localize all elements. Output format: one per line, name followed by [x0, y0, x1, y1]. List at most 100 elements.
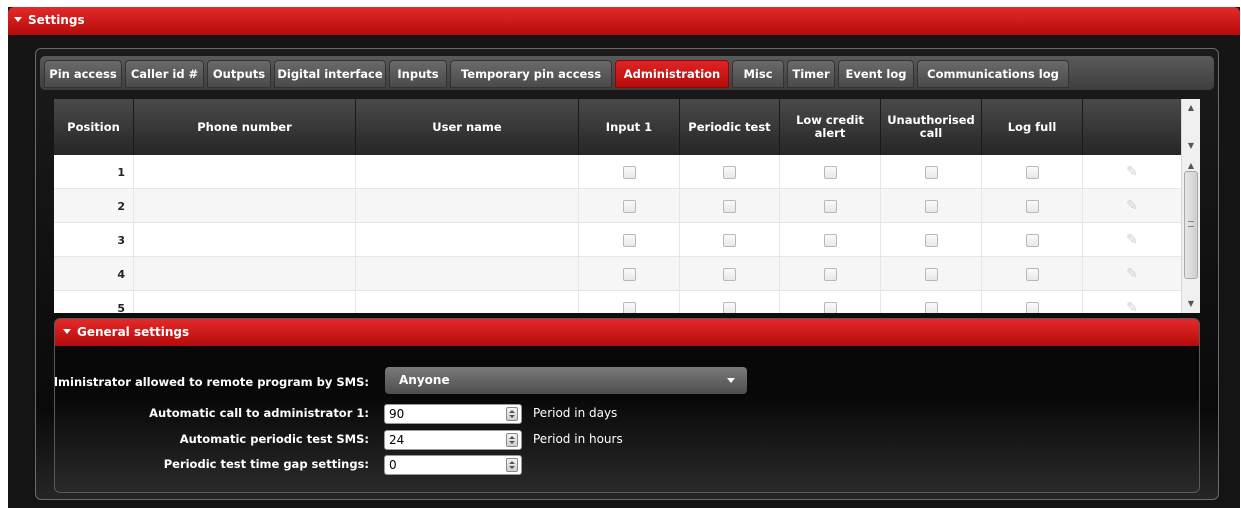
general-settings-title: General settings — [77, 325, 190, 339]
tab-communications-log[interactable]: Communications log — [917, 60, 1069, 88]
input-1-checkbox[interactable] — [622, 233, 636, 247]
phone-cell[interactable] — [134, 155, 356, 189]
tab-digital-interface[interactable]: Digital interface — [274, 60, 386, 88]
stepper-icon[interactable] — [506, 433, 518, 447]
tab-inputs[interactable]: Inputs — [389, 60, 447, 88]
periodic-test-checkbox[interactable] — [723, 301, 736, 313]
table-scrollbar[interactable]: ▲ ▼ ▲ ▼ — [1181, 99, 1200, 313]
pencil-icon[interactable]: ✎ — [1083, 155, 1181, 189]
unauthorised-call-checkbox[interactable] — [924, 233, 938, 247]
column-phone-number[interactable]: Phone number — [134, 99, 356, 155]
header-scroll-down-icon[interactable]: ▼ — [1182, 137, 1200, 153]
log-full-checkbox[interactable] — [1025, 165, 1039, 179]
collapse-icon[interactable] — [63, 329, 71, 334]
input-1-checkbox[interactable] — [622, 301, 636, 313]
table-header: Position Phone number User name Input 1 … — [54, 99, 1181, 155]
input-1-checkbox[interactable] — [622, 165, 636, 179]
phone-cell[interactable] — [134, 189, 356, 223]
log-full-checkbox[interactable] — [1025, 301, 1039, 313]
low-credit-checkbox[interactable] — [823, 165, 837, 179]
table-row[interactable]: 1 ✎ — [54, 155, 1181, 189]
settings-header[interactable]: Settings — [8, 7, 1240, 35]
column-periodic-test[interactable]: Periodic test — [680, 99, 780, 155]
collapse-icon[interactable] — [14, 17, 22, 22]
column-input-1[interactable]: Input 1 — [579, 99, 680, 155]
column-unauthorised-call[interactable]: Unauthorised call — [881, 99, 982, 155]
unauthorised-call-checkbox[interactable] — [924, 199, 938, 213]
stepper-icon[interactable] — [506, 407, 518, 421]
unauthorised-call-checkbox[interactable] — [924, 301, 938, 313]
tab-event-log[interactable]: Event log — [838, 60, 914, 88]
tab-timer[interactable]: Timer — [787, 60, 835, 88]
low-credit-checkbox[interactable] — [823, 301, 837, 313]
column-edit — [1083, 99, 1181, 155]
periodic-test-checkbox[interactable] — [723, 267, 736, 281]
call-admin-label: Automatic call to administrator 1: — [149, 406, 369, 420]
phone-cell[interactable] — [134, 291, 356, 313]
tab-bar: Pin access Caller id # Outputs Digital i… — [40, 56, 1214, 90]
tab-pin-access[interactable]: Pin access — [44, 60, 122, 88]
pencil-icon[interactable]: ✎ — [1083, 223, 1181, 257]
pencil-icon[interactable]: ✎ — [1083, 291, 1181, 313]
call-admin-unit: Period in days — [533, 406, 618, 420]
sms-permission-value: Anyone — [399, 373, 450, 387]
position-cell: 2 — [54, 189, 134, 223]
time-gap-value[interactable]: 0 — [389, 458, 397, 472]
user-cell[interactable] — [356, 291, 579, 313]
log-full-checkbox[interactable] — [1025, 267, 1039, 281]
unauthorised-call-checkbox[interactable] — [924, 165, 938, 179]
scroll-up-icon[interactable]: ▲ — [1182, 99, 1200, 115]
grip-icon — [1188, 221, 1194, 227]
sms-permission-dropdown[interactable]: Anyone — [385, 367, 747, 394]
column-log-full[interactable]: Log full — [982, 99, 1083, 155]
user-cell[interactable] — [356, 257, 579, 291]
pencil-icon[interactable]: ✎ — [1083, 189, 1181, 223]
column-low-credit-alert[interactable]: Low credit alert — [780, 99, 881, 155]
input-1-checkbox[interactable] — [622, 267, 636, 281]
log-full-checkbox[interactable] — [1025, 233, 1039, 247]
position-cell: 1 — [54, 155, 134, 189]
chevron-down-icon — [727, 378, 735, 383]
time-gap-label: Periodic test time gap settings: — [163, 457, 369, 471]
general-settings-header[interactable]: General settings — [55, 319, 1199, 346]
tab-caller-id[interactable]: Caller id # — [125, 60, 204, 88]
periodic-test-label: Automatic periodic test SMS: — [179, 432, 369, 446]
column-user-name[interactable]: User name — [356, 99, 579, 155]
column-position[interactable]: Position — [54, 99, 134, 155]
user-cell[interactable] — [356, 155, 579, 189]
tab-temporary-pin-access[interactable]: Temporary pin access — [450, 60, 612, 88]
phone-cell[interactable] — [134, 223, 356, 257]
table-row[interactable]: 3 ✎ — [54, 223, 1181, 257]
periodic-test-value[interactable]: 24 — [389, 433, 404, 447]
periodic-test-checkbox[interactable] — [723, 165, 736, 179]
call-admin-value[interactable]: 90 — [389, 407, 404, 421]
tab-outputs[interactable]: Outputs — [207, 60, 271, 88]
time-gap-stepper[interactable]: 0 — [384, 455, 522, 475]
unauthorised-call-checkbox[interactable] — [924, 267, 938, 281]
tab-misc[interactable]: Misc — [732, 60, 784, 88]
user-cell[interactable] — [356, 189, 579, 223]
periodic-test-stepper[interactable]: 24 — [384, 430, 522, 450]
table-row[interactable]: 5 ✎ — [54, 291, 1181, 313]
settings-panel: Pin access Caller id # Outputs Digital i… — [35, 48, 1219, 500]
log-full-checkbox[interactable] — [1025, 199, 1039, 213]
low-credit-checkbox[interactable] — [823, 267, 837, 281]
phone-cell[interactable] — [134, 257, 356, 291]
user-cell[interactable] — [356, 223, 579, 257]
position-cell: 3 — [54, 223, 134, 257]
scroll-down-icon[interactable]: ▼ — [1182, 295, 1200, 311]
settings-window: Settings Pin access Caller id # Outputs … — [8, 7, 1240, 508]
pencil-icon[interactable]: ✎ — [1083, 257, 1181, 291]
low-credit-checkbox[interactable] — [823, 199, 837, 213]
input-1-checkbox[interactable] — [622, 199, 636, 213]
call-admin-stepper[interactable]: 90 — [384, 404, 522, 424]
low-credit-checkbox[interactable] — [823, 233, 837, 247]
settings-title: Settings — [28, 13, 85, 27]
periodic-test-checkbox[interactable] — [723, 233, 736, 247]
scroll-thumb[interactable] — [1184, 171, 1198, 279]
stepper-icon[interactable] — [506, 458, 518, 472]
table-row[interactable]: 2 ✎ — [54, 189, 1181, 223]
tab-administration[interactable]: Administration — [615, 60, 729, 88]
periodic-test-checkbox[interactable] — [723, 199, 736, 213]
table-row[interactable]: 4 ✎ — [54, 257, 1181, 291]
